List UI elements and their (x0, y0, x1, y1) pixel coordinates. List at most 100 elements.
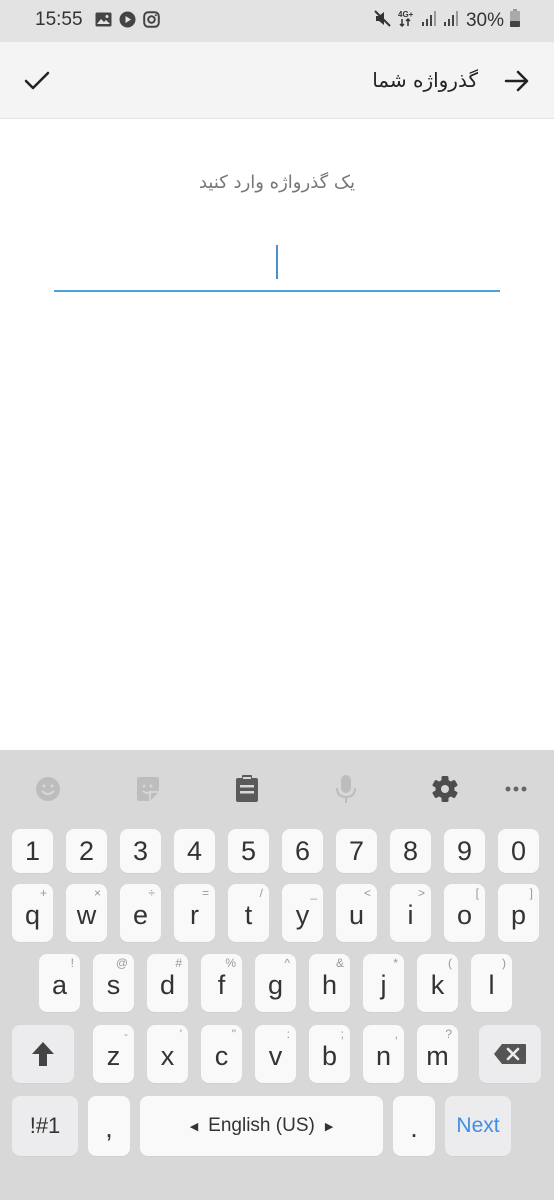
play-icon (119, 11, 136, 33)
next-key-label: Next (456, 1114, 500, 1137)
mic-icon (336, 775, 356, 803)
key-8-label: 8 (402, 835, 419, 866)
key-x-alt-label: ' (179, 1027, 182, 1041)
settings-icon (432, 776, 458, 802)
gallery-icon (95, 12, 112, 32)
key-n-alt-label: , (394, 1027, 398, 1041)
key-r-alt-label: = (201, 886, 209, 900)
key-q-label: q (24, 899, 41, 930)
key-n[interactable]: ,n (363, 1025, 404, 1083)
space-key[interactable]: ◀ English (US) ▶ (140, 1096, 383, 1156)
key-6-label: 6 (294, 835, 311, 866)
key-6[interactable]: 6 (282, 829, 323, 873)
key-a-alt-label: ! (70, 956, 74, 970)
emoji-icon (36, 777, 60, 801)
key-m[interactable]: ? m (417, 1025, 458, 1083)
key-q-alt-label: + (39, 886, 47, 900)
key-4[interactable]: 4 (174, 829, 215, 873)
key-z[interactable]: -z (93, 1025, 134, 1083)
shift-key[interactable] (12, 1025, 74, 1083)
key-u[interactable]: < u (336, 884, 377, 942)
keyboard-toolbar (0, 750, 554, 826)
password-input[interactable] (54, 232, 500, 292)
more-options-button[interactable] (499, 772, 533, 806)
key-3-label: 3 (132, 835, 149, 866)
shift-icon (32, 1042, 54, 1066)
key-2[interactable]: 2 (66, 829, 107, 873)
key-z-alt-label: - (124, 1027, 128, 1041)
key-l[interactable]: ) l (471, 954, 512, 1012)
key-g[interactable]: ^ g (255, 954, 296, 1012)
key-v-label: v (268, 1040, 283, 1071)
keyboard-settings-button[interactable] (428, 772, 462, 806)
key-5[interactable]: 5 (228, 829, 269, 873)
key-f[interactable]: % f (201, 954, 242, 1012)
key-s[interactable]: @ s (93, 954, 134, 1012)
key-m-alt-label: ? (445, 1027, 452, 1041)
key-4-label: 4 (186, 835, 203, 866)
key-j-alt-label: * (393, 956, 398, 970)
key-a-label: a (51, 969, 68, 1000)
backspace-key[interactable] (479, 1025, 541, 1083)
key-9-label: 9 (456, 835, 473, 866)
key-v-alt-label: : (286, 1027, 290, 1041)
key-y[interactable]: _ y (282, 884, 323, 942)
clipboard-button[interactable] (230, 772, 264, 806)
password-screen: یک گذرواژه وارد کنید (0, 120, 554, 750)
key-a[interactable]: ! a (39, 954, 80, 1012)
status-bar: 15:55 4G+ 30% (0, 0, 554, 42)
key-1[interactable]: 1 (12, 829, 53, 873)
emoji-button[interactable] (31, 772, 65, 806)
key-d[interactable]: # d (147, 954, 188, 1012)
keyboard: 1 2 3 4 5 6 7 8 9 0 + q × w ÷ e = r / t _ y < u > i[o] p! a @ s # d% f ^ g… (0, 750, 554, 1200)
key-h[interactable]: & h (309, 954, 350, 1012)
key-0-label: 0 (510, 835, 527, 866)
key-3[interactable]: 3 (120, 829, 161, 873)
space-key-label: English (US) (208, 1115, 315, 1136)
instagram-icon (143, 11, 160, 33)
next-key[interactable]: Next (445, 1096, 511, 1156)
key-q[interactable]: + q (12, 884, 53, 942)
key-5-label: 5 (240, 835, 257, 866)
key-p[interactable]: ] p (498, 884, 539, 942)
key-r[interactable]: = r (174, 884, 215, 942)
key-l-label: l (488, 969, 495, 1000)
voice-input-button[interactable] (329, 772, 363, 806)
key-s-alt-label: @ (115, 956, 128, 970)
key-t[interactable]: / t (228, 884, 269, 942)
key-9[interactable]: 9 (444, 829, 485, 873)
key-t-alt-label: / (259, 886, 263, 900)
key-x[interactable]: ' x (147, 1025, 188, 1083)
key-c[interactable]: " c (201, 1025, 242, 1083)
key-o[interactable]: [o (444, 884, 485, 942)
key-8[interactable]: 8 (390, 829, 431, 873)
key-i[interactable]: > i (390, 884, 431, 942)
language-left-icon: ◀ (189, 1120, 199, 1133)
symbols-key[interactable]: !#1 (12, 1096, 78, 1156)
sticker-button[interactable] (131, 772, 165, 806)
confirm-button[interactable] (22, 66, 52, 96)
key-w[interactable]: × w (66, 884, 107, 942)
back-button[interactable] (502, 66, 532, 96)
sticker-icon (137, 777, 159, 801)
key-0[interactable]: 0 (498, 829, 539, 873)
comma-key[interactable]: , (88, 1096, 130, 1156)
key-s-label: s (106, 969, 121, 1000)
key-k[interactable]: (k (417, 954, 458, 1012)
key-t-label: t (244, 899, 253, 930)
more-icon (505, 786, 527, 792)
app-bar: گذرواژه شما (0, 42, 554, 119)
key-v[interactable]: :v (255, 1025, 296, 1083)
key-e[interactable]: ÷ e (120, 884, 161, 942)
key-f-label: f (217, 969, 226, 1000)
signal-icon (421, 10, 438, 31)
clipboard-icon (236, 775, 258, 802)
key-7[interactable]: 7 (336, 829, 377, 873)
key-j[interactable]: * j (363, 954, 404, 1012)
key-b[interactable]: ; b (309, 1025, 350, 1083)
period-key[interactable]: . (393, 1096, 435, 1156)
key-y-alt-label: _ (310, 886, 317, 900)
arrow-right-icon (504, 70, 529, 92)
mute-icon (374, 9, 392, 32)
key-u-alt-label: < (363, 886, 371, 900)
